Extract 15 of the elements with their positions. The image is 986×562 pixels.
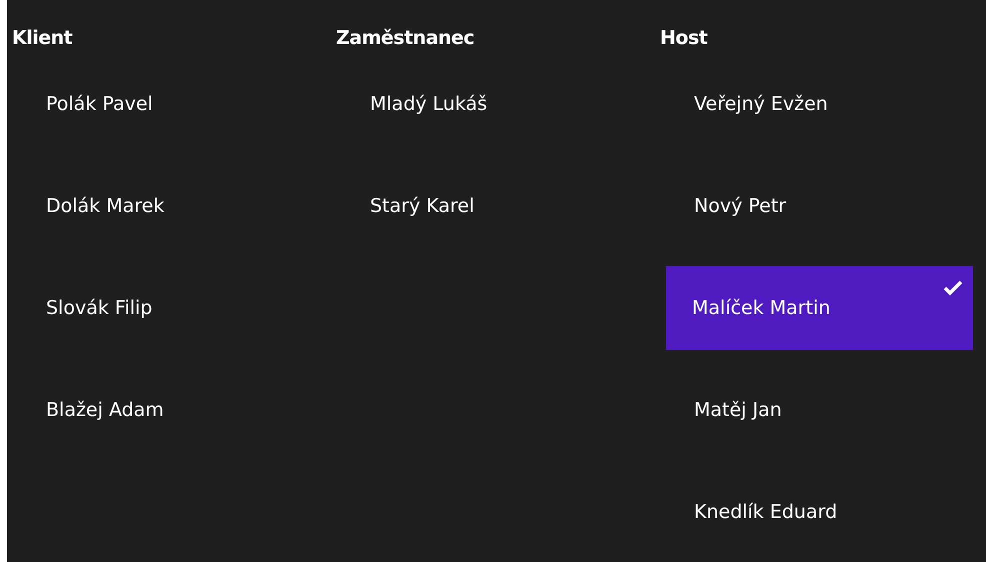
list-item[interactable]: Polák Pavel <box>18 62 325 146</box>
group-heading: Zaměstnanec <box>336 26 476 51</box>
list-item[interactable]: Knedlík Eduard <box>666 470 973 554</box>
list-item[interactable]: Slovák Filip <box>18 266 325 350</box>
list-item[interactable]: Dolák Marek <box>18 164 325 248</box>
list-item[interactable]: Blažej Adam <box>18 368 325 452</box>
list-item[interactable]: Starý Karel <box>342 164 649 248</box>
list-item[interactable]: Malíček Martin <box>666 266 973 350</box>
list-item[interactable]: Nový Petr <box>666 164 973 248</box>
list-item[interactable]: Veřejný Evžen <box>666 62 973 146</box>
group-heading: Host <box>660 26 708 51</box>
list-item[interactable]: Mladý Lukáš <box>342 62 649 146</box>
group-heading: Klient <box>12 26 74 51</box>
checkmark-icon <box>943 280 963 296</box>
list-item[interactable]: Matěj Jan <box>666 368 973 452</box>
